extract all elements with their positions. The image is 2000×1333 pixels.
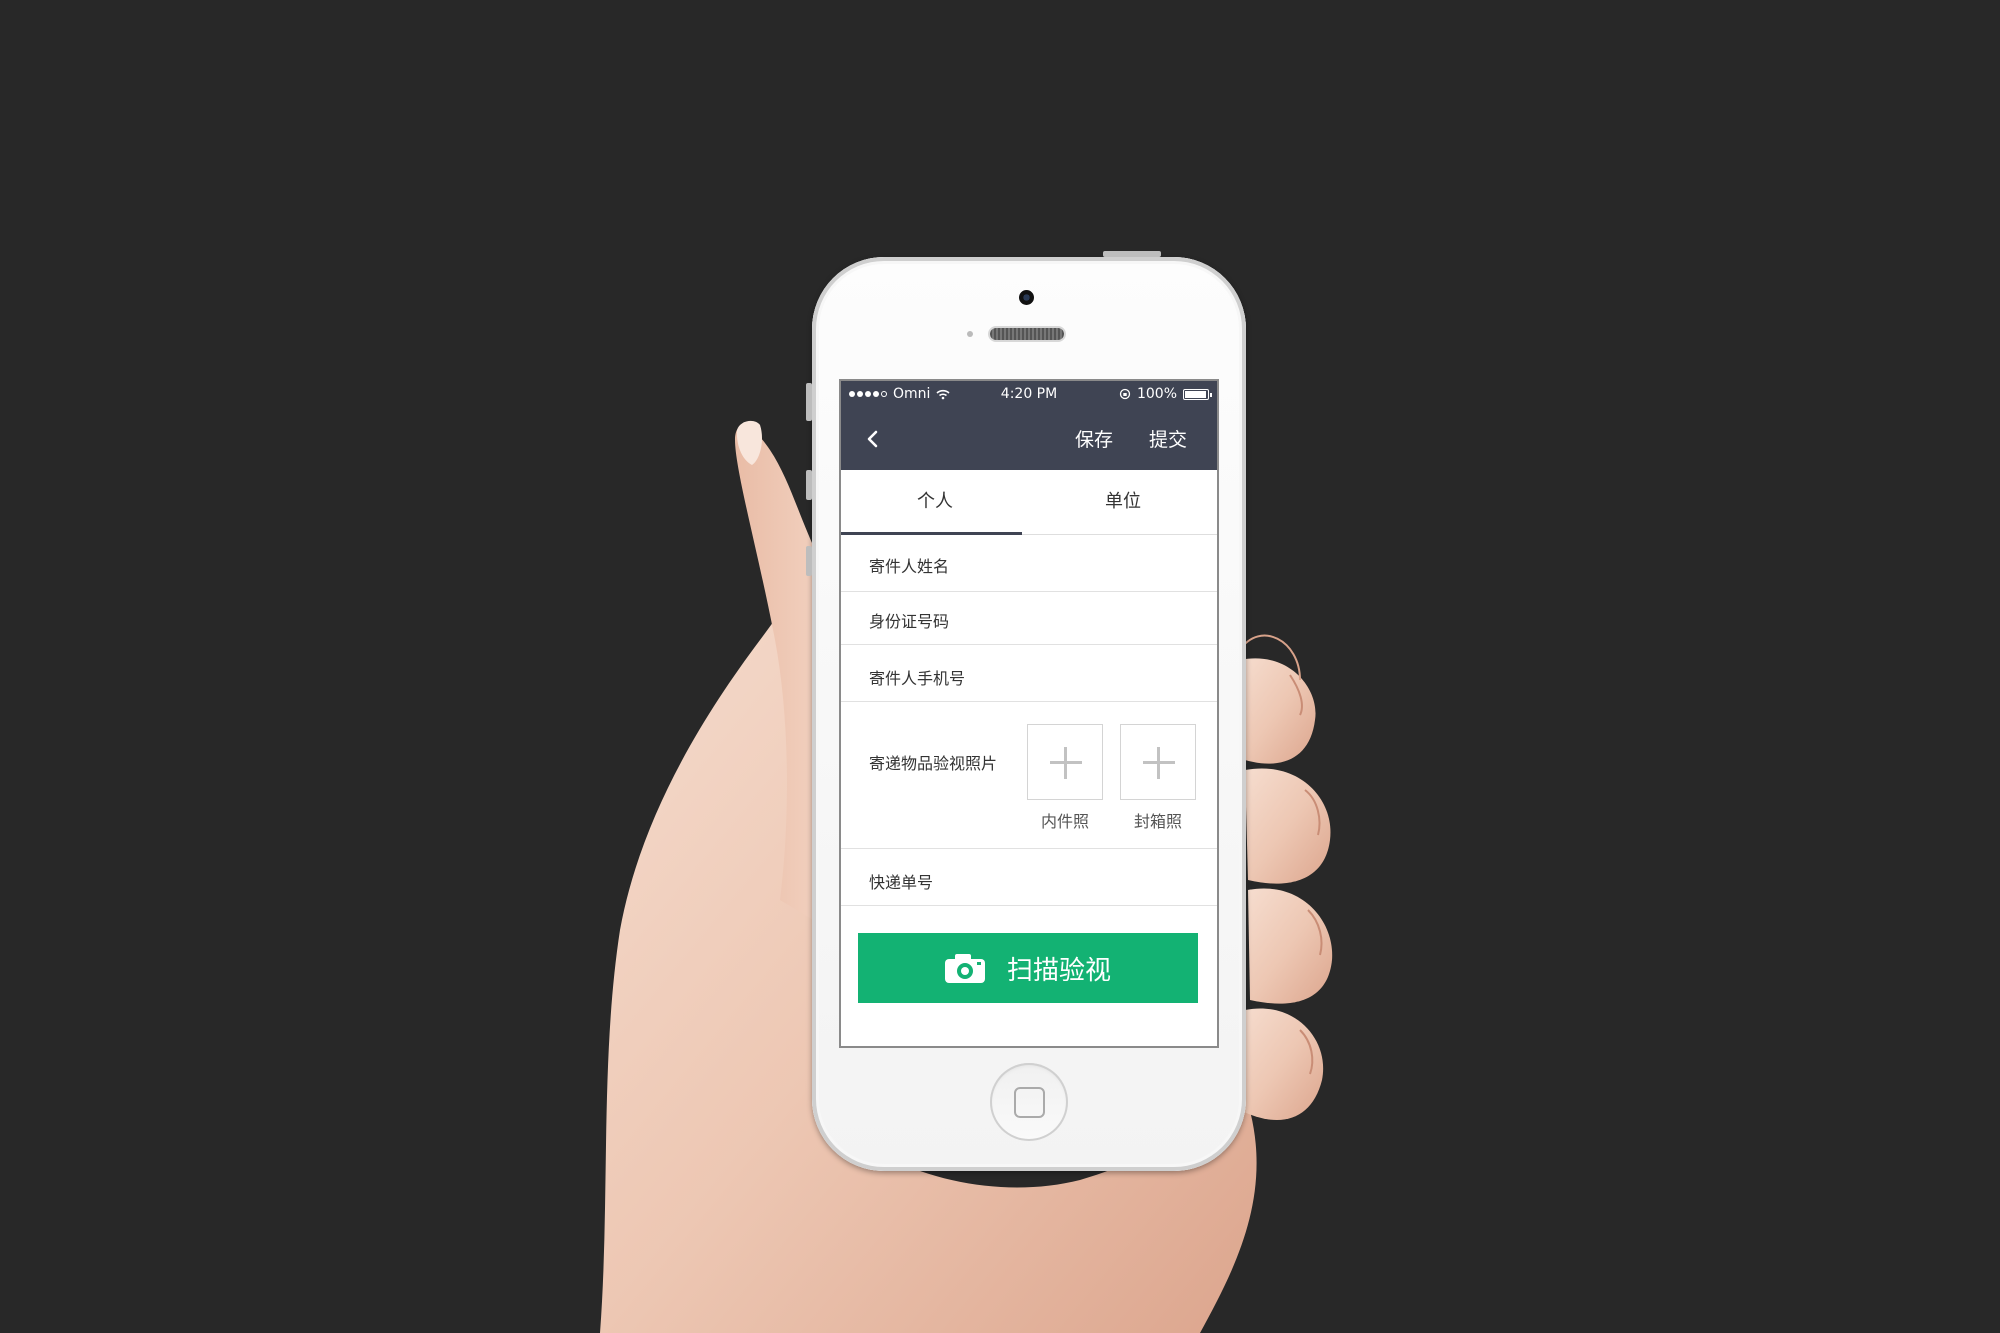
speaker-grille <box>990 328 1064 340</box>
tracking-number-field[interactable] <box>1001 849 1203 905</box>
battery-icon <box>1183 388 1212 400</box>
nav-actions: 保存 提交 <box>1075 407 1187 470</box>
tab-company[interactable]: 单位 <box>1029 470 1217 534</box>
photo-row: 寄递物品验视照片 内件照 封箱照 <box>841 702 1217 849</box>
id-number-row: 身份证号码 <box>841 592 1217 645</box>
volume-up-button[interactable] <box>806 470 812 500</box>
status-bar: Omni 4:20 PM 100% <box>841 381 1217 407</box>
battery-percent: 100% <box>1136 386 1177 402</box>
tab-bar: 个人 单位 <box>841 470 1217 535</box>
sender-name-field[interactable] <box>1001 535 1203 591</box>
submit-button[interactable]: 提交 <box>1149 425 1187 452</box>
sender-phone-label: 寄件人手机号 <box>869 669 966 688</box>
scan-button-label: 扫描验视 <box>1006 955 1111 986</box>
front-camera-icon <box>1019 290 1034 305</box>
camera-icon <box>944 953 985 983</box>
inner-photo-caption: 内件照 <box>1040 812 1089 831</box>
proximity-sensor <box>967 331 973 337</box>
mute-switch[interactable] <box>806 383 812 421</box>
app-screen: Omni 4:20 PM 100% 保存 提交 个人 单位 寄件人姓名 身份证号… <box>841 381 1217 1046</box>
tracking-number-label: 快递单号 <box>869 873 934 892</box>
photo-label: 寄递物品验视照片 <box>869 754 998 773</box>
power-button[interactable] <box>1103 251 1161 257</box>
scan-inspect-button[interactable]: 扫描验视 <box>858 933 1198 1003</box>
save-button[interactable]: 保存 <box>1075 425 1113 452</box>
sender-phone-row: 寄件人手机号 <box>841 645 1217 702</box>
id-number-label: 身份证号码 <box>869 612 950 631</box>
home-button[interactable] <box>990 1063 1068 1141</box>
tab-personal[interactable]: 个人 <box>841 470 1029 534</box>
sender-phone-field[interactable] <box>1001 645 1203 701</box>
sealed-photo-caption: 封箱照 <box>1133 812 1182 831</box>
tracking-number-row: 快递单号 <box>841 849 1217 906</box>
id-number-field[interactable] <box>1001 592 1203 644</box>
sender-name-row: 寄件人姓名 <box>841 535 1217 592</box>
sender-name-label: 寄件人姓名 <box>869 557 950 576</box>
status-right: 100% <box>1119 381 1212 407</box>
orientation-lock-icon <box>1119 388 1131 400</box>
add-sealed-photo-button[interactable] <box>1120 724 1196 800</box>
add-inner-photo-button[interactable] <box>1027 724 1103 800</box>
nav-bar: 保存 提交 <box>841 407 1217 470</box>
volume-down-button[interactable] <box>806 546 812 576</box>
home-square-icon <box>1014 1087 1045 1118</box>
chevron-left-icon[interactable] <box>859 425 887 453</box>
